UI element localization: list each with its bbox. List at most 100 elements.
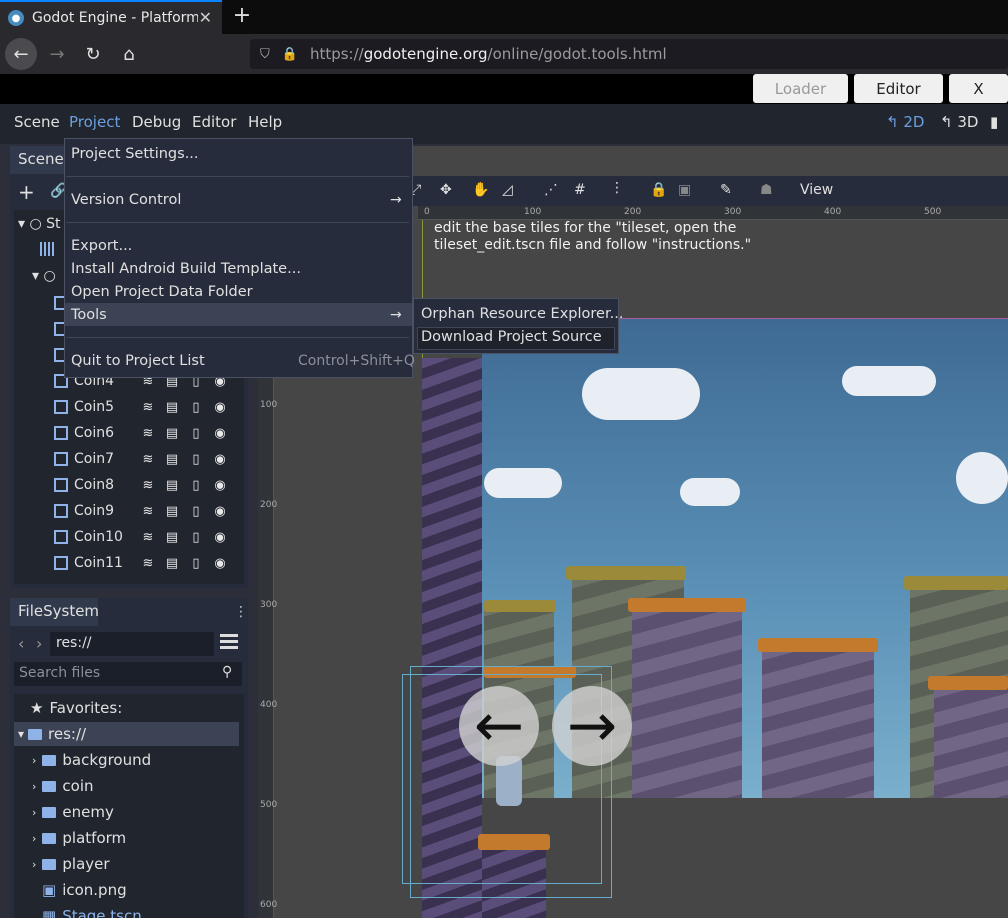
visibility-eye-icon[interactable]: ◉	[208, 426, 232, 441]
node2d-icon: ○	[29, 216, 42, 232]
filesystem-search-input[interactable]: Search files	[14, 662, 242, 686]
menu-item-tools[interactable]: Tools	[71, 307, 107, 323]
grid-snap-icon[interactable]: #	[574, 182, 586, 198]
signal-icon[interactable]: ≋	[136, 478, 160, 493]
scene-root-node[interactable]: ▾ ○ St	[18, 216, 61, 232]
visibility-eye-icon[interactable]: ◉	[208, 530, 232, 545]
view-3d-button[interactable]: ↰ 3D	[940, 113, 978, 131]
home-icon[interactable]: ⌂	[113, 38, 145, 70]
collapse-icon: ▾	[18, 216, 26, 232]
filesystem-dock-tab[interactable]: FileSystem	[10, 598, 99, 626]
loader-button[interactable]: Loader	[753, 74, 848, 103]
folder-coin[interactable]: › coin	[32, 774, 94, 798]
clapper-icon[interactable]: ▤	[160, 530, 184, 545]
menu-item-orphan-resource-explorer[interactable]: Orphan Resource Explorer...	[421, 306, 623, 322]
tree-node-coin11[interactable]: Coin11 ≋ ▤ ▯ ◉	[14, 550, 244, 576]
visibility-eye-icon[interactable]: ◉	[208, 478, 232, 493]
history-forward-icon[interactable]: ›	[36, 634, 42, 653]
clapper-icon[interactable]: ▤	[160, 400, 184, 415]
visibility-eye-icon[interactable]: ◉	[208, 400, 232, 415]
tree-node-coin7[interactable]: Coin7 ≋ ▤ ▯ ◉	[14, 446, 244, 472]
menu-editor[interactable]: Editor	[192, 113, 236, 131]
url-bar[interactable]: ⛉ 🔒 https://godotengine.org/online/godot…	[250, 39, 1008, 69]
favorites-item[interactable]: ★ Favorites:	[30, 696, 122, 720]
script-icon[interactable]: ▯	[184, 556, 208, 571]
back-icon[interactable]: ←	[5, 38, 37, 70]
lock-node-icon[interactable]: 🔒	[650, 182, 667, 198]
script-icon[interactable]: ▯	[184, 478, 208, 493]
clapper-icon[interactable]: ▤	[160, 426, 184, 441]
ik-icon[interactable]: ☗	[760, 182, 773, 198]
clapper-icon[interactable]: ▤	[160, 556, 184, 571]
editor-button[interactable]: Editor	[854, 74, 943, 103]
script-icon[interactable]: ▯	[184, 426, 208, 441]
view-2d-button[interactable]: ↰ 2D	[886, 113, 924, 131]
visibility-eye-icon[interactable]: ◉	[208, 504, 232, 519]
tree-node-coin5[interactable]: Coin5 ≋ ▤ ▯ ◉	[14, 394, 244, 420]
close-tab-icon[interactable]: ✕	[199, 8, 212, 27]
script-icon[interactable]: ▯	[184, 530, 208, 545]
right-arrow-touch-button[interactable]: →	[552, 686, 632, 766]
res-root-item[interactable]: ▾ res://	[14, 722, 239, 746]
folder-platform[interactable]: › platform	[32, 826, 126, 850]
pan-hand-icon[interactable]: ✋	[472, 182, 489, 198]
menu-scene[interactable]: Scene	[14, 113, 60, 131]
new-tab-icon[interactable]: +	[230, 2, 254, 32]
visibility-eye-icon[interactable]: ◉	[208, 452, 232, 467]
more-options-icon[interactable]: ⋮	[610, 180, 624, 196]
signal-icon[interactable]: ≋	[136, 504, 160, 519]
menu-item-open-data-folder[interactable]: Open Project Data Folder	[71, 284, 253, 300]
folder-label: platform	[62, 829, 127, 847]
add-node-icon[interactable]: +	[18, 180, 35, 204]
close-x-button[interactable]: X	[949, 74, 1008, 103]
tree-node-coin8[interactable]: Coin8 ≋ ▤ ▯ ◉	[14, 472, 244, 498]
folder-background[interactable]: › background	[32, 748, 151, 772]
tree-node-coin6[interactable]: Coin6 ≋ ▤ ▯ ◉	[14, 420, 244, 446]
menu-item-quit-to-project-list[interactable]: Quit to Project List	[71, 353, 205, 369]
signal-icon[interactable]: ≋	[136, 452, 160, 467]
file-stage-tscn[interactable]: ▦ Stage.tscn	[42, 904, 142, 918]
menu-item-export[interactable]: Export...	[71, 238, 132, 254]
tree-node-coin9[interactable]: Coin9 ≋ ▤ ▯ ◉	[14, 498, 244, 524]
folder-enemy[interactable]: › enemy	[32, 800, 114, 824]
script-icon[interactable]: ▯	[184, 400, 208, 415]
clapper-icon[interactable]: ▤	[160, 504, 184, 519]
filesystem-path-field[interactable]: res://	[50, 632, 214, 656]
pivot-icon[interactable]: ✥	[440, 182, 452, 198]
node-label: Coin5	[74, 399, 115, 415]
script-icon[interactable]: ▯	[184, 452, 208, 467]
script-view-icon[interactable]: ▮	[990, 113, 998, 131]
menu-item-download-project-source[interactable]: Download Project Source	[421, 329, 602, 345]
forward-icon[interactable]: →	[41, 38, 73, 70]
signal-icon[interactable]: ≋	[136, 426, 160, 441]
menu-help[interactable]: Help	[248, 113, 282, 131]
signal-icon[interactable]: ≋	[136, 530, 160, 545]
group-node-icon[interactable]: ▣	[678, 182, 691, 198]
menu-item-install-android-template[interactable]: Install Android Build Template...	[71, 261, 301, 277]
snap-icon[interactable]: ⋰	[544, 182, 558, 198]
history-back-icon[interactable]: ‹	[18, 634, 24, 653]
scene-dock-tab[interactable]: Scene	[10, 146, 72, 174]
skeleton-bone-icon[interactable]: ✎	[720, 182, 732, 198]
menu-item-version-control[interactable]: Version Control	[71, 192, 181, 208]
browser-tab[interactable]: ● Godot Engine - Platformer ✕	[0, 0, 222, 34]
visibility-eye-icon[interactable]: ◉	[208, 556, 232, 571]
tree-node-coin10[interactable]: Coin10 ≋ ▤ ▯ ◉	[14, 524, 244, 550]
view-menu[interactable]: View	[800, 182, 833, 198]
clapper-icon[interactable]: ▤	[160, 478, 184, 493]
signal-icon[interactable]: ≋	[136, 400, 160, 415]
left-arrow-touch-button[interactable]: ←	[459, 686, 539, 766]
menu-item-project-settings[interactable]: Project Settings...	[71, 146, 199, 162]
reload-icon[interactable]: ↻	[77, 38, 109, 70]
file-icon-png[interactable]: ▣ icon.png	[42, 878, 127, 902]
script-icon[interactable]: ▯	[184, 504, 208, 519]
signal-icon[interactable]: ≋	[136, 556, 160, 571]
group-node[interactable]: ▾ ○	[32, 268, 56, 284]
menu-debug[interactable]: Debug	[132, 113, 181, 131]
split-view-icon[interactable]	[220, 634, 238, 652]
folder-player[interactable]: › player	[32, 852, 110, 876]
ruler-icon[interactable]: ◿	[502, 182, 513, 198]
dock-options-icon[interactable]: ⋮	[234, 604, 248, 620]
menu-project[interactable]: Project	[69, 113, 120, 131]
clapper-icon[interactable]: ▤	[160, 452, 184, 467]
